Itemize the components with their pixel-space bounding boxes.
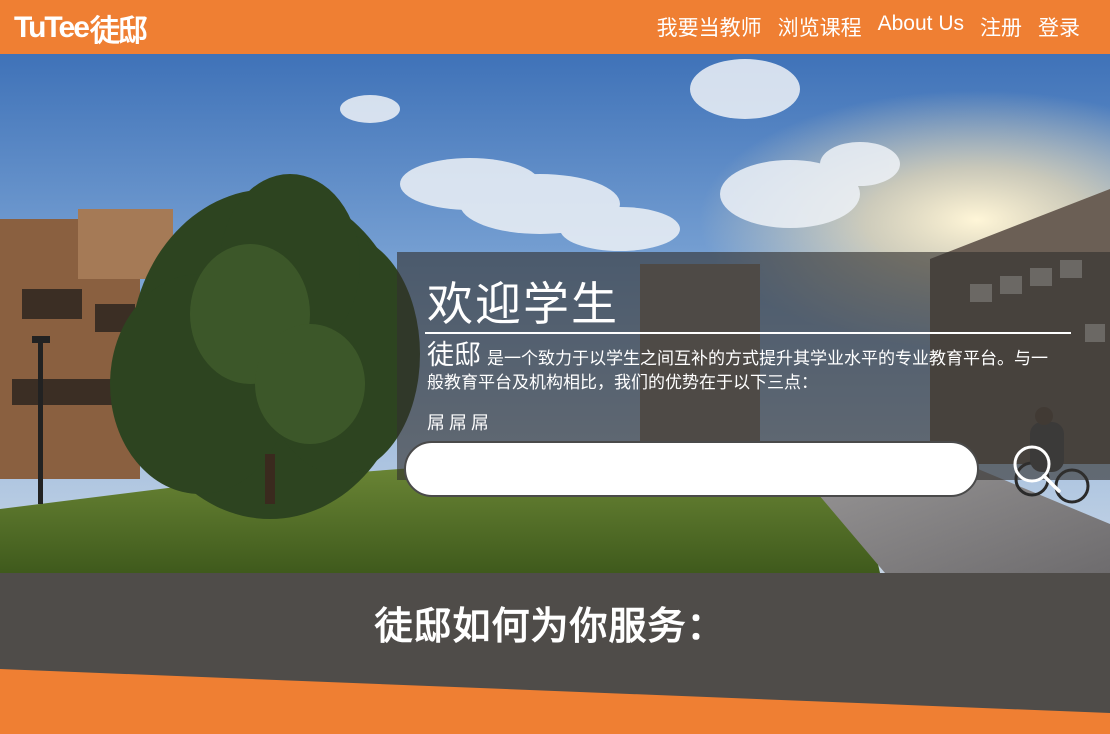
services-heading: 徒邸如何为你服务：	[374, 604, 726, 648]
top-nav-bar: TuTee 徒邸 我要当教师 浏览课程 About Us 注册 登录	[0, 0, 1110, 54]
intro-extra-text: 屌屌屌	[427, 413, 493, 434]
welcome-heading: 欢迎学生	[427, 277, 619, 331]
logo-latin-text: TuTee	[14, 11, 90, 44]
intro-paragraph: 徒邸 是一个致力于以学生之间互补的方式提升其学业水平的专业教育平台。与一般教育平台…	[427, 342, 1063, 395]
heading-divider	[425, 332, 1071, 334]
intro-text: 是一个致力于以学生之间互补的方式提升其学业水平的专业教育平台。与一般教育平台及机…	[427, 349, 1048, 393]
nav-login[interactable]: 登录	[1038, 12, 1080, 42]
site-logo[interactable]: TuTee 徒邸	[14, 9, 148, 49]
services-section: 徒邸如何为你服务：	[0, 573, 1110, 734]
intro-brand-name: 徒邸	[427, 340, 481, 371]
nav-register[interactable]: 注册	[980, 12, 1022, 42]
nav-browse-courses[interactable]: 浏览课程	[778, 12, 862, 42]
logo-cjk-text: 徒邸	[89, 14, 148, 49]
main-nav: 我要当教师 浏览课程 About Us 注册 登录	[657, 12, 1080, 42]
nav-become-teacher[interactable]: 我要当教师	[657, 12, 762, 42]
search-icon[interactable]	[1008, 440, 1064, 496]
search-input[interactable]	[404, 441, 979, 497]
nav-about-us[interactable]: About Us	[878, 12, 964, 42]
